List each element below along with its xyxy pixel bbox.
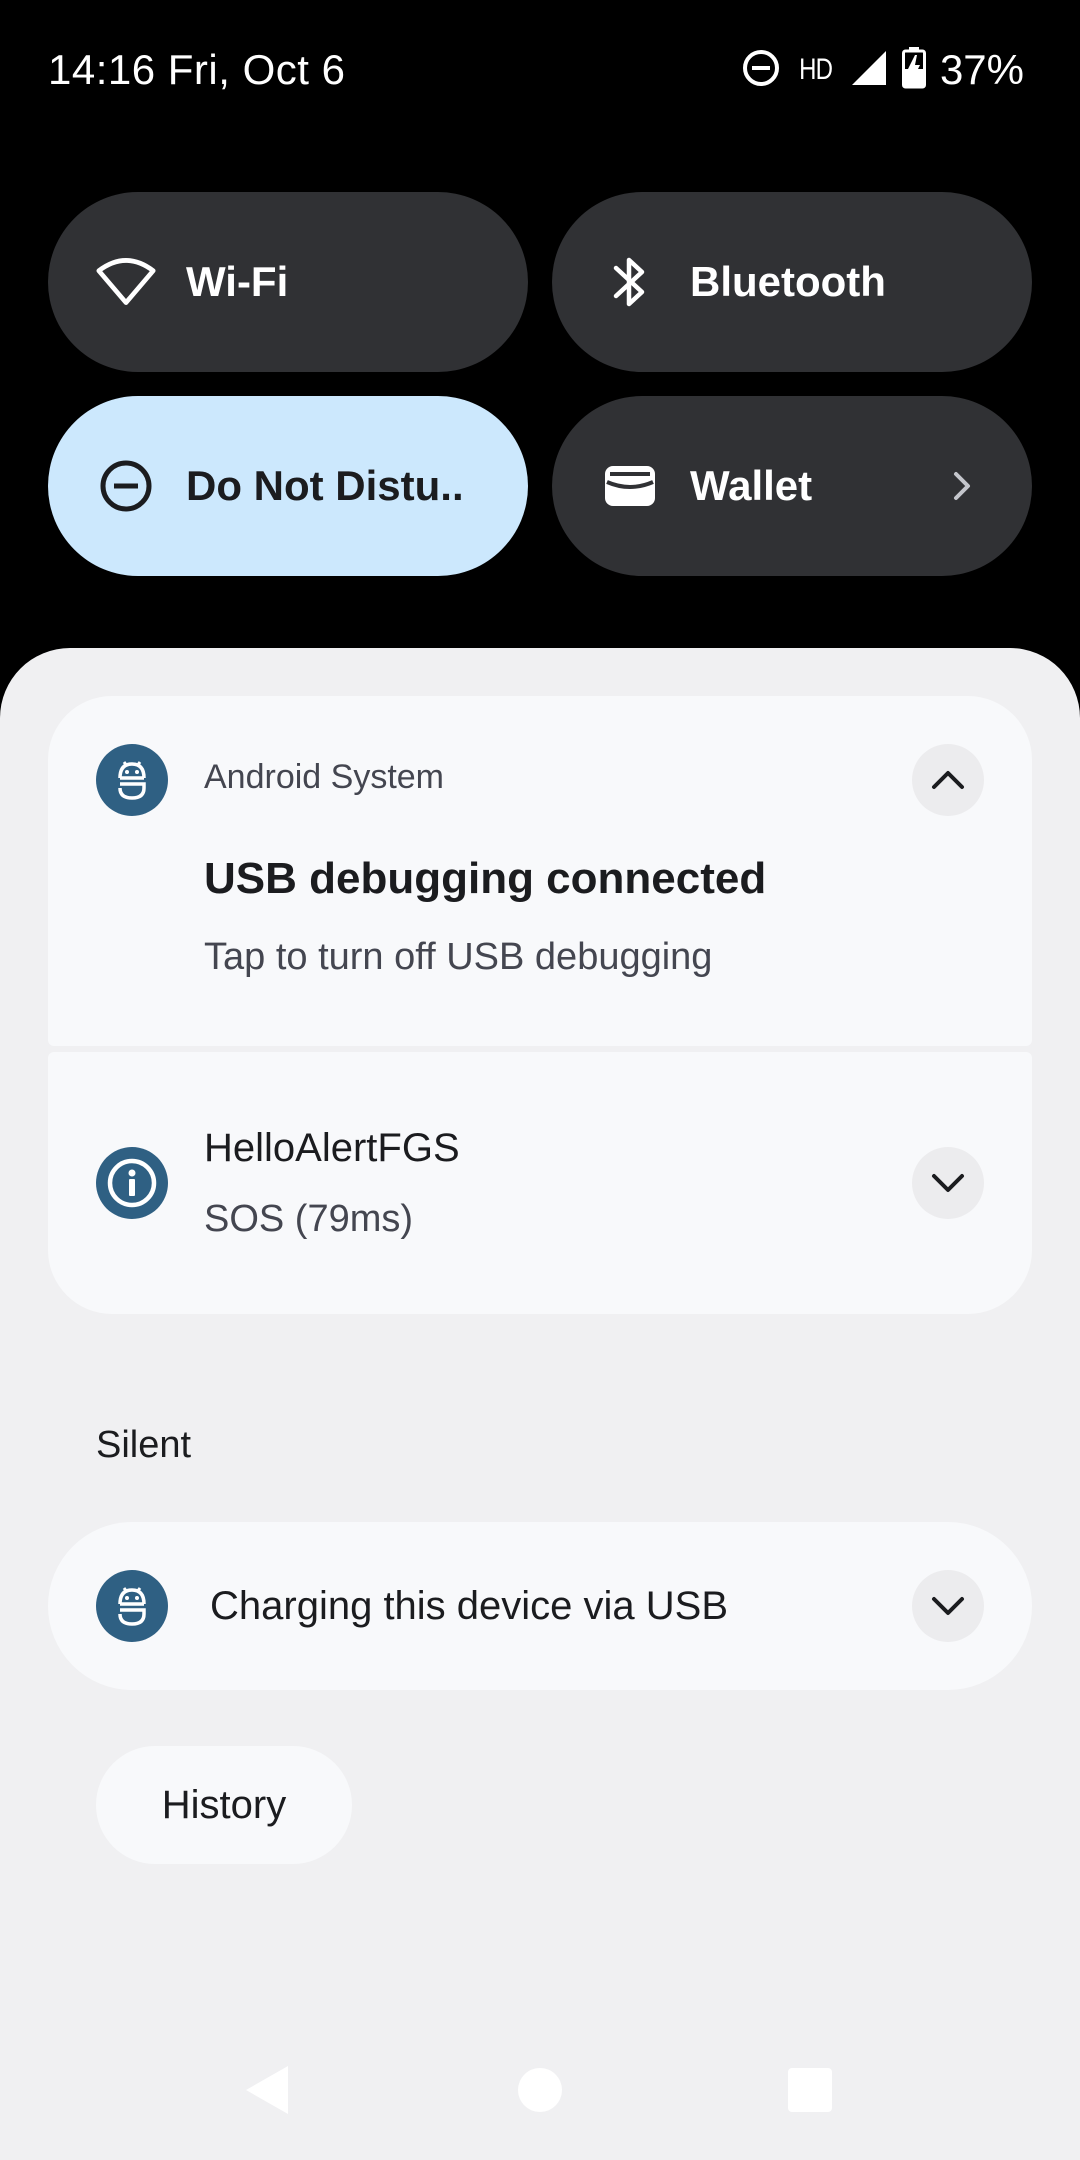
battery-charging-icon [901,46,926,94]
back-icon[interactable] [236,2060,296,2120]
tile-label: Wallet [690,462,813,509]
tile-wifi[interactable]: Wi-Fi [48,192,528,372]
silent-section-header: Silent [96,1424,192,1466]
notification-text: SOS (79ms) [204,1198,414,1240]
bluetooth-icon [600,252,660,312]
navigation-bar [0,2030,1080,2150]
notification-usb-debugging[interactable]: Android System USB debugging connected T… [48,696,1032,1046]
recents-icon[interactable] [780,2060,840,2120]
notification-app-name: Android System [204,758,444,796]
tile-label: Bluetooth [690,258,886,305]
tile-wallet[interactable]: Wallet [552,396,1032,576]
dnd-icon [96,456,156,516]
expand-button[interactable] [912,1570,984,1642]
notification-title: HelloAlertFGS [204,1126,460,1170]
status-icons: HD 37% [741,44,1024,96]
battery-percent: 37% [939,46,1024,93]
android-icon [96,744,168,816]
notification-title: USB debugging connected [204,854,767,903]
expand-button[interactable] [912,1147,984,1219]
notification-group: Android System USB debugging connected T… [48,696,1032,1314]
tile-label: Do Not Distu.. [186,462,464,509]
notification-hello-alert[interactable]: HelloAlertFGS SOS (79ms) [48,1052,1032,1314]
signal-icon [850,49,888,92]
tile-bluetooth[interactable]: Bluetooth [552,192,1032,372]
chevron-down-icon [932,1174,964,1192]
collapse-button[interactable] [912,744,984,816]
chevron-up-icon [932,771,964,789]
notification-charging[interactable]: Charging this device via USB [48,1522,1032,1690]
wallet-icon [600,456,660,516]
status-time-date: 14:16 Fri, Oct 6 [48,46,346,93]
notification-title: Charging this device via USB [210,1584,729,1628]
notification-text: Tap to turn off USB debugging [204,936,713,978]
tile-label: Wi-Fi [186,258,289,305]
hd-icon: HD [798,53,833,86]
history-button[interactable]: History [96,1746,352,1864]
home-icon[interactable] [510,2060,570,2120]
dnd-icon [741,48,781,93]
wifi-icon [96,252,156,312]
tile-do-not-disturb[interactable]: Do Not Distu.. [48,396,528,576]
chevron-down-icon [932,1597,964,1615]
android-icon [96,1570,168,1642]
chevron-right-icon [942,466,982,506]
info-icon [96,1147,168,1219]
status-bar: 14:16 Fri, Oct 6 HD 37% [0,0,1080,150]
